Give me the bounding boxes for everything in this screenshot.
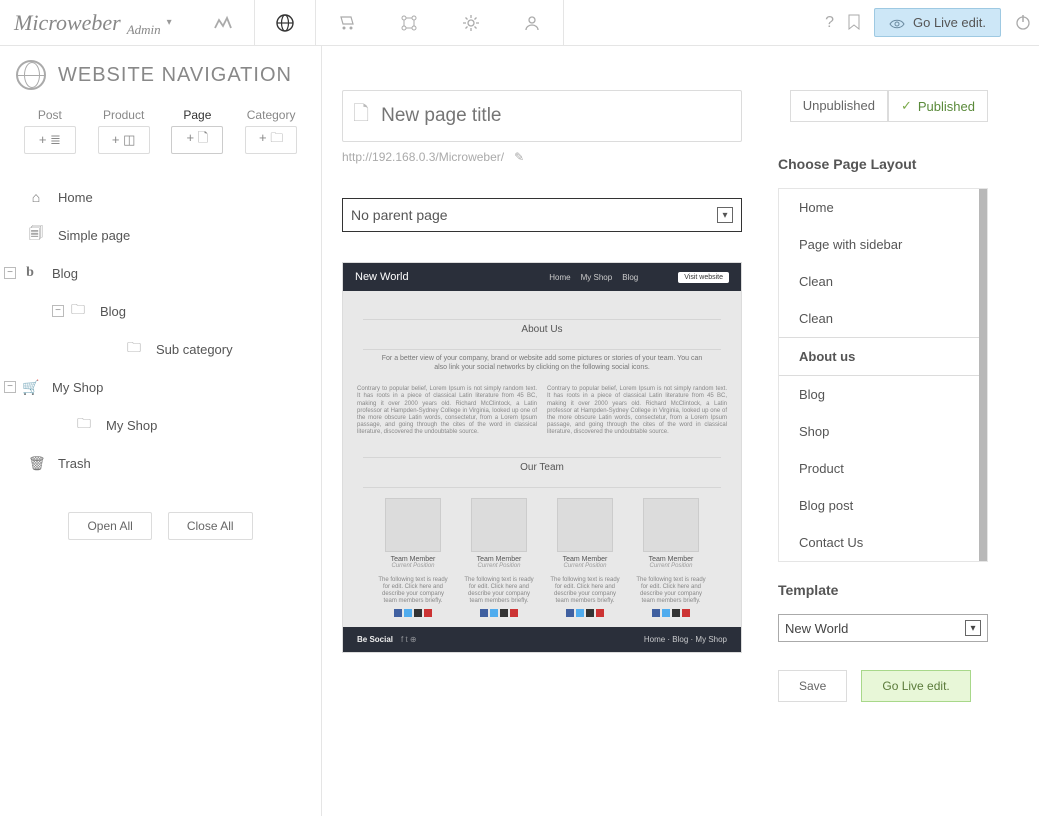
topbar: Microweber Admin ▾ ? Go Live edit. (0, 0, 1039, 46)
new-category-button[interactable]: + 🗀 (245, 126, 297, 154)
page-url: http://192.168.0.3/Microweber/ (342, 150, 504, 164)
tree-blog[interactable]: −bBlog (28, 254, 321, 292)
power-icon[interactable] (1015, 14, 1031, 32)
tree-trash[interactable]: 🗑Trash (28, 444, 321, 482)
file-icon: 🗋 (353, 99, 369, 133)
help-icon[interactable]: ? (825, 14, 834, 32)
layout-about-us[interactable]: About us (778, 337, 988, 376)
page-title-input[interactable] (381, 105, 731, 127)
close-all-button[interactable]: Close All (168, 512, 253, 540)
go-live-edit-button[interactable]: Go Live edit. (861, 670, 970, 702)
parent-page-value: No parent page (351, 207, 448, 223)
tree-home[interactable]: ⌂Home (28, 178, 321, 216)
page-preview: New World HomeMy ShopBlog Visit website … (342, 262, 742, 653)
template-value: New World (785, 621, 848, 636)
new-product-button[interactable]: + ◫ (98, 126, 150, 154)
layout-home[interactable]: Home (779, 189, 987, 226)
chevron-down-icon: ▾ (965, 620, 981, 636)
tab-post-label: Post (38, 108, 62, 122)
brand-sub: Admin (127, 22, 161, 38)
page-icon: 🗐 (28, 223, 44, 247)
edit-url-icon[interactable]: ✎ (514, 150, 524, 164)
unpublished-button[interactable]: Unpublished (790, 90, 888, 122)
nav-modules[interactable] (378, 0, 440, 45)
nav-users[interactable] (502, 0, 564, 45)
new-page-button[interactable]: + 🗋 (171, 126, 223, 154)
layout-clean[interactable]: Clean (779, 263, 987, 300)
brand[interactable]: Microweber (14, 10, 121, 36)
published-button[interactable]: ✓Published (888, 90, 988, 122)
folder-icon: 🗀 (70, 299, 86, 323)
blog-icon: b (22, 265, 38, 281)
save-button[interactable]: Save (778, 670, 847, 702)
layout-blog-post[interactable]: Blog post (779, 487, 987, 524)
layout-shop[interactable]: Shop (779, 413, 987, 450)
open-all-button[interactable]: Open All (68, 512, 151, 540)
layout-product[interactable]: Product (779, 450, 987, 487)
trash-icon: 🗑 (28, 455, 44, 472)
tab-page-label: Page (183, 108, 211, 122)
choose-layout-label: Choose Page Layout (778, 156, 988, 172)
nav-settings[interactable] (440, 0, 502, 45)
collapse-icon[interactable]: − (4, 267, 16, 279)
tab-product-label: Product (103, 108, 144, 122)
home-icon: ⌂ (28, 189, 44, 205)
collapse-icon[interactable]: − (4, 381, 16, 393)
tree-simple-page[interactable]: 🗐Simple page (28, 216, 321, 254)
topnav (192, 0, 564, 45)
tree-blog-child[interactable]: −🗀Blog (28, 292, 321, 330)
page-title-row: 🗋 (342, 90, 742, 142)
folder-icon: 🗀 (126, 337, 142, 361)
bookmark-icon[interactable] (848, 14, 860, 32)
layout-list: Home Page with sidebar Clean Clean About… (778, 188, 988, 562)
check-icon: ✓ (901, 98, 912, 114)
page-tree: ⌂Home 🗐Simple page −bBlog −🗀Blog 🗀Sub ca… (0, 178, 321, 482)
cart-icon: 🛒 (22, 379, 38, 396)
globe-icon (16, 60, 46, 90)
preview-visit: Visit website (678, 272, 729, 283)
preview-brand: New World (355, 271, 409, 283)
new-post-button[interactable]: + ≣ (24, 126, 76, 154)
layout-blog[interactable]: Blog (779, 376, 987, 413)
template-label: Template (778, 582, 988, 598)
tree-myshop-child[interactable]: 🗀My Shop (28, 406, 321, 444)
go-live-button[interactable]: Go Live edit. (874, 8, 1001, 37)
layout-contact[interactable]: Contact Us (779, 524, 987, 561)
eye-icon (889, 15, 905, 30)
tree-subcategory[interactable]: 🗀Sub category (28, 330, 321, 368)
nav-website[interactable] (254, 0, 316, 45)
brand-caret-icon[interactable]: ▾ (167, 17, 172, 28)
layout-page-sidebar[interactable]: Page with sidebar (779, 226, 987, 263)
scrollbar[interactable] (979, 189, 987, 561)
parent-page-select[interactable]: No parent page ▾ (342, 198, 742, 232)
nav-shop[interactable] (316, 0, 378, 45)
tree-myshop[interactable]: −🛒My Shop (28, 368, 321, 406)
tab-category-label: Category (247, 108, 296, 122)
layout-clean2[interactable]: Clean (779, 300, 987, 337)
sidebar-title: WEBSITE NAVIGATION (58, 64, 292, 87)
collapse-icon[interactable]: − (52, 305, 64, 317)
chevron-down-icon: ▾ (717, 207, 733, 223)
template-select[interactable]: New World ▾ (778, 614, 988, 642)
preview-h1: About Us (357, 324, 727, 335)
folder-icon: 🗀 (76, 413, 92, 437)
preview-h2: Our Team (357, 462, 727, 473)
sidebar: WEBSITE NAVIGATION Post + ≣ Product + ◫ Pa… (0, 46, 322, 816)
nav-dashboard[interactable] (192, 0, 254, 45)
